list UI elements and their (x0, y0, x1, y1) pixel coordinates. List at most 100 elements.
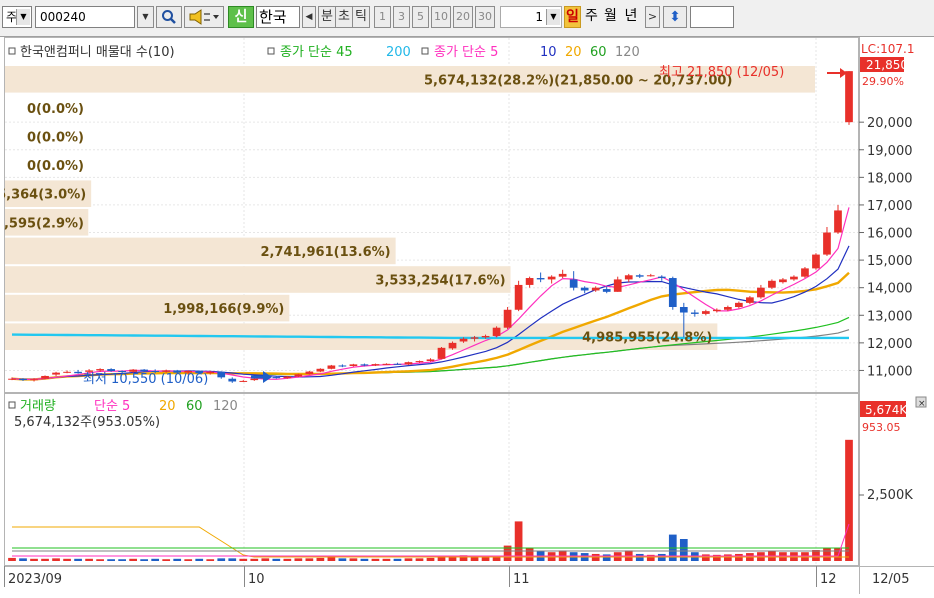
chevron-down-icon[interactable]: ▼ (546, 9, 560, 25)
candle-body (426, 359, 435, 362)
second-button[interactable]: 초 (335, 6, 353, 28)
candle-body (646, 275, 655, 277)
volume-tick-label: 2,500K (867, 488, 913, 503)
market-select[interactable]: 주 ▼ (2, 6, 32, 28)
volume-profile-label: 595,364(3.0%) (4, 188, 86, 203)
interval-30-button[interactable]: 30 (475, 6, 495, 28)
top-right-label: LC:107.1 (861, 42, 914, 56)
chevron-right-icon: > (647, 10, 658, 23)
next-button[interactable]: > (645, 6, 660, 28)
chevron-left-icon: ◀ (305, 12, 313, 22)
period-day-button[interactable]: 일 (564, 6, 581, 28)
prev-stock-button[interactable]: ◀ (302, 6, 316, 28)
price-tick-label: 11,000 (867, 364, 913, 379)
interval-10-label: 10 (434, 10, 448, 23)
stock-code-input[interactable]: 000240 (35, 6, 135, 28)
candle-body (283, 376, 292, 379)
chevron-down-icon[interactable]: ▼ (16, 9, 30, 25)
period-month-button[interactable]: 월 (602, 6, 619, 28)
current-volume-value: 5,674K (865, 403, 908, 417)
interval-3-label: 3 (398, 10, 405, 23)
price-tick-label: 15,000 (867, 254, 913, 269)
interval-5-button[interactable]: 5 (412, 6, 429, 28)
interval-3-button[interactable]: 3 (393, 6, 410, 28)
extra-input[interactable] (690, 6, 734, 28)
candle-body (316, 368, 325, 372)
period-year-button[interactable]: 년 (621, 6, 641, 28)
volume-bar (481, 557, 490, 561)
candle-body (790, 276, 798, 280)
candle-body (613, 279, 622, 292)
volume-ma-120: 120 (213, 399, 238, 414)
candle-body (724, 307, 732, 310)
interval-20-button[interactable]: 20 (453, 6, 473, 28)
interval-10-button[interactable]: 10 (431, 6, 451, 28)
candle-body (812, 254, 820, 269)
price-axis-ticks: 20,000 19,000 18,000 17,000 16,000 15,000 14,0… (859, 116, 913, 379)
search-icon (162, 10, 176, 24)
candle-body (327, 365, 336, 369)
high-label: 최고 21,850 (12/05) (659, 65, 784, 80)
volume-bar (228, 558, 237, 561)
candle-body (250, 378, 259, 381)
candle-body (52, 372, 60, 375)
period-month-label: 월 (604, 8, 617, 24)
volume-bar (272, 558, 281, 561)
minute-button[interactable]: 분 (318, 6, 336, 28)
x-label-oct: 10 (248, 572, 265, 587)
volume-bar (305, 558, 314, 561)
candle-body (140, 369, 149, 371)
volume-title: 거래량 (20, 399, 56, 414)
credit-badge-button[interactable]: 신 (228, 6, 254, 28)
volume-bar (19, 558, 27, 561)
volume-bar (514, 521, 523, 561)
volume-bar (173, 558, 182, 561)
scroll-updown-button[interactable]: ⬍ (663, 6, 687, 28)
candle-body (558, 273, 567, 277)
candle-body (525, 278, 534, 285)
tick-button[interactable]: 틱 (352, 6, 370, 28)
candle-body (74, 371, 82, 374)
candle-body (107, 369, 115, 371)
candle-body (239, 380, 248, 382)
candle-body (481, 335, 490, 338)
volume-bar (206, 559, 215, 561)
search-button[interactable] (156, 6, 182, 28)
volume-bar (162, 559, 171, 561)
period-week-button[interactable]: 주 (583, 6, 600, 28)
price-tick-label: 12,000 (867, 337, 913, 352)
current-price-value: 21,850 (866, 58, 908, 72)
candle-body (712, 309, 721, 312)
candle-body (448, 342, 457, 349)
interval-30-label: 30 (478, 10, 492, 23)
volume-bar (96, 559, 104, 561)
sound-menu-button[interactable] (184, 6, 224, 28)
ma-period-20: 20 (565, 45, 582, 60)
volume-bar (679, 539, 688, 561)
code-dropdown-button[interactable]: ▼ (137, 6, 154, 28)
candle-body (679, 307, 688, 313)
ma-close-long: 200 (386, 45, 411, 60)
candle-body (415, 361, 424, 363)
x-label-sep: 2023/09 (8, 572, 62, 587)
volume-bar (118, 559, 126, 561)
candle-body (536, 278, 545, 280)
price-tick-label: 14,000 (867, 282, 913, 297)
volume-ma-60: 60 (186, 399, 203, 414)
unit-input[interactable]: 1 ▼ (500, 6, 562, 28)
stock-name-field[interactable]: 한국 (256, 6, 300, 28)
volume-bar (525, 547, 534, 561)
candle-body (569, 279, 578, 288)
ma-period-10: 10 (540, 45, 557, 60)
candle-body (371, 364, 380, 366)
stock-name-value: 한국 (259, 8, 287, 26)
x-label-dec: 12 (820, 572, 837, 587)
candle-body (514, 284, 523, 310)
candle-body (41, 375, 49, 379)
volume-profile-label: 4,985,955(24.8%) (582, 331, 712, 346)
volume-bar (8, 557, 16, 561)
candle-body (294, 374, 303, 377)
interval-1-button[interactable]: 1 (374, 6, 391, 28)
volume-bar (426, 557, 435, 561)
x-axis-date: 12/05 (872, 572, 909, 587)
